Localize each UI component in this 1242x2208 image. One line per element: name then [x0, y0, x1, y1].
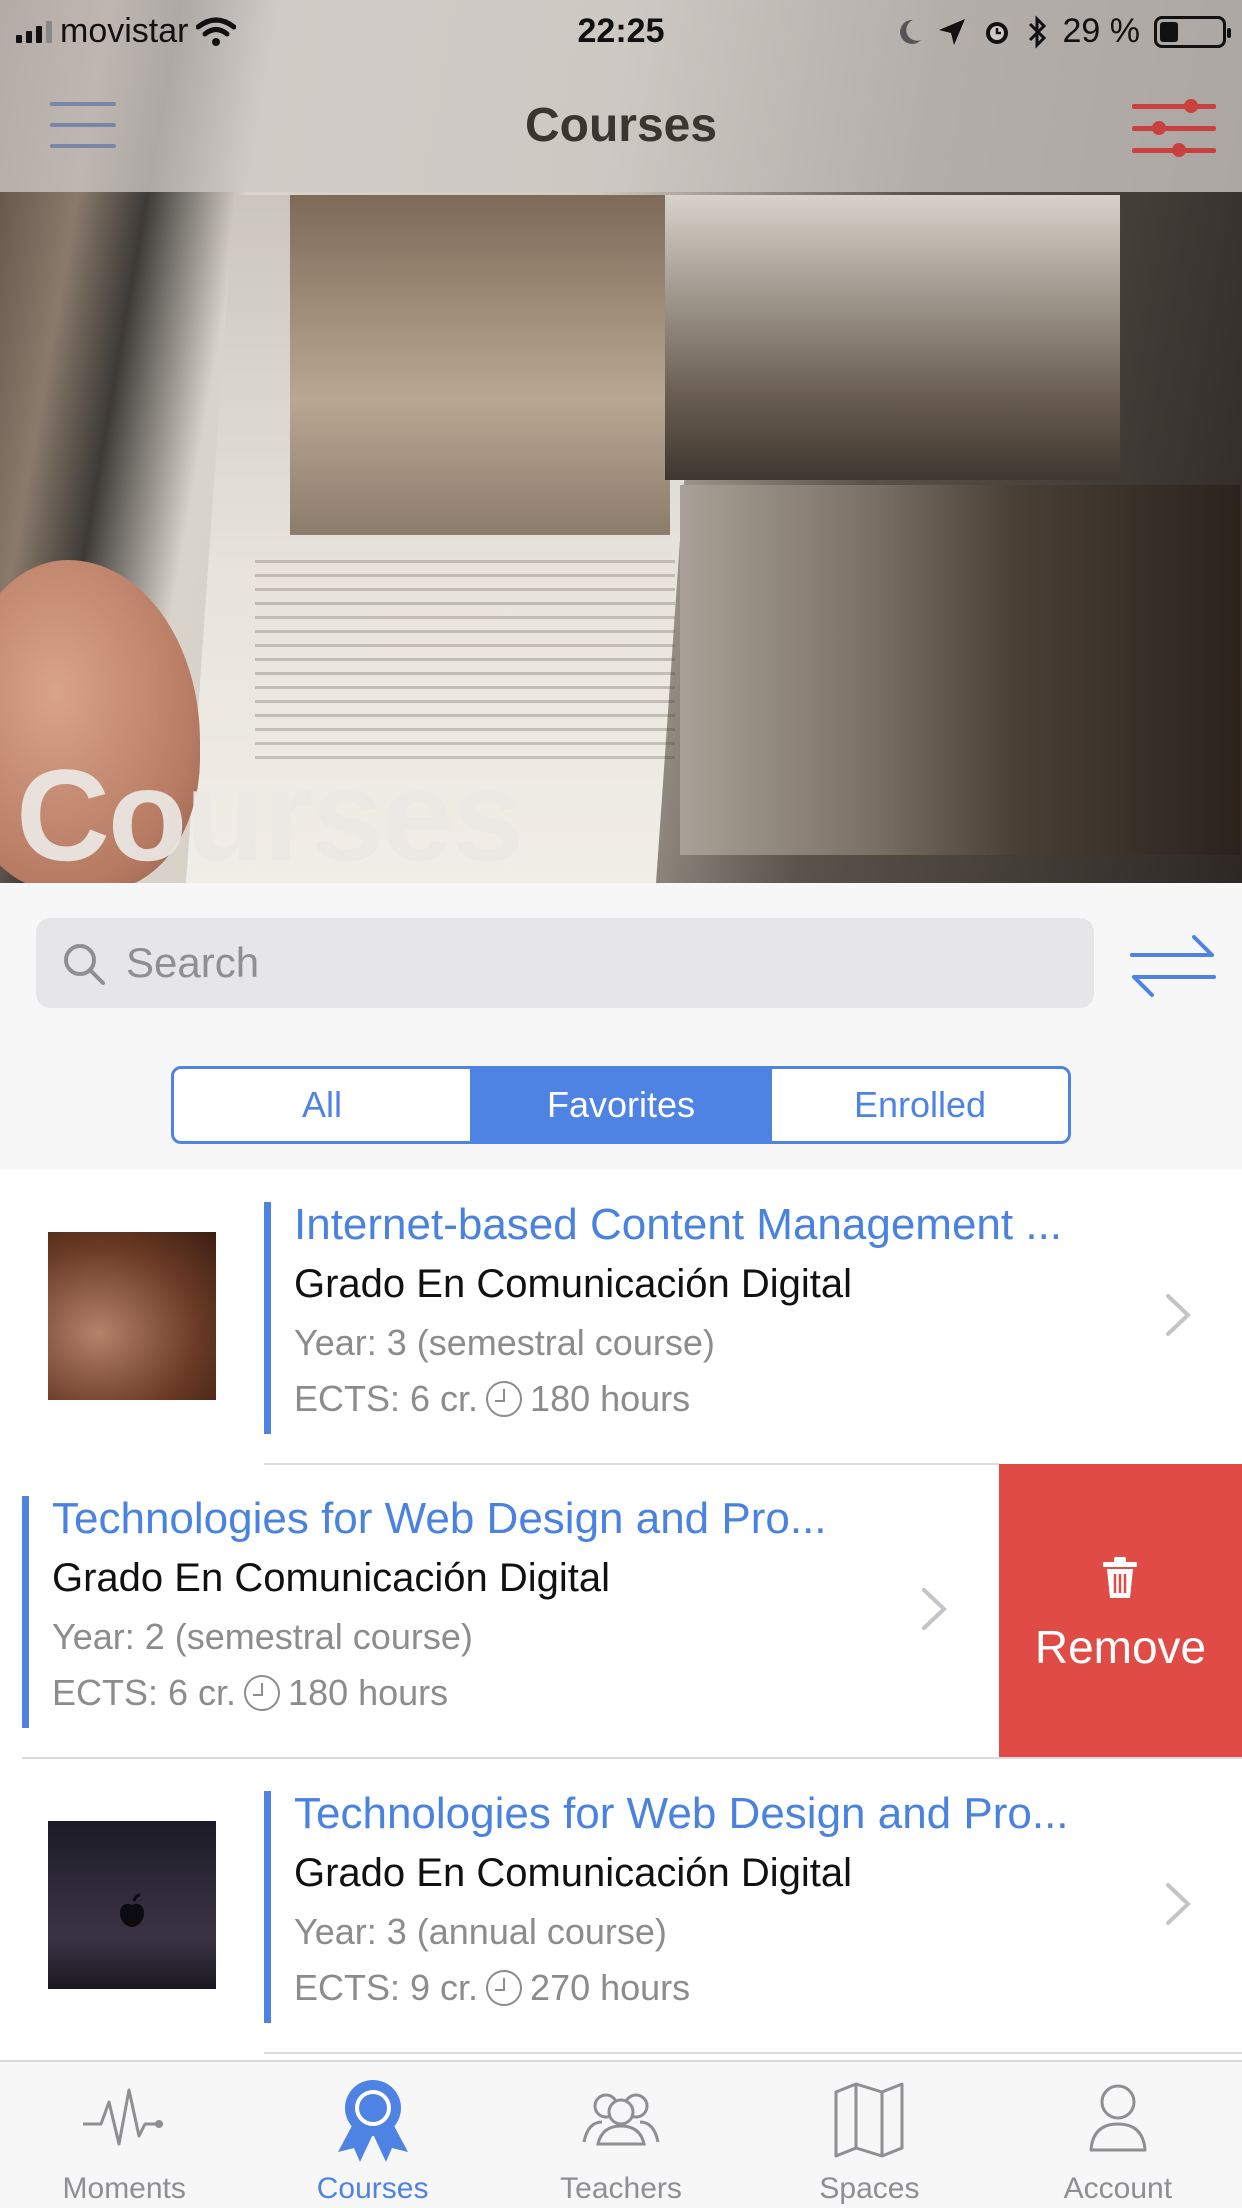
pulse-icon: [83, 2088, 164, 2146]
course-program: Grado En Comunicación Digital: [52, 1556, 611, 1600]
clock-icon: [244, 1675, 281, 1711]
filter-settings-button[interactable]: [1132, 96, 1216, 160]
search-input[interactable]: [126, 918, 1066, 1008]
course-thumbnail: [48, 1232, 216, 1400]
clock-icon: [486, 1970, 523, 2006]
person-icon: [1089, 2084, 1147, 2152]
course-hours: 270 hours: [530, 1967, 691, 2008]
tab-label: Moments: [62, 2172, 186, 2205]
course-thumbnail: [48, 1821, 216, 1989]
chevron-right-icon: [922, 1588, 947, 1630]
hero-article-text: [255, 560, 675, 760]
segment-all[interactable]: All: [174, 1069, 470, 1141]
tab-bar: Moments Courses Teachers Spaces Account: [0, 2060, 1242, 2208]
tab-courses[interactable]: Courses: [248, 2062, 496, 2208]
course-hours: 180 hours: [288, 1672, 449, 1713]
course-credits: ECTS: 6 cr. 180 hours: [52, 1672, 448, 1714]
navigation-bar: Courses: [0, 60, 1242, 192]
tab-moments[interactable]: Moments: [0, 2062, 248, 2208]
course-program: Grado En Comunicación Digital: [294, 1851, 853, 1895]
bluetooth-icon: [1028, 14, 1046, 49]
course-hours: 180 hours: [530, 1378, 691, 1419]
tab-label: Spaces: [819, 2172, 920, 2205]
course-ects: ECTS: 6 cr.: [294, 1378, 479, 1419]
remove-button[interactable]: Remove: [999, 1464, 1242, 1758]
alarm-icon: [985, 21, 1008, 44]
hero-photo-chairs: [290, 195, 670, 535]
course-title: Internet-based Content Management ...: [294, 1200, 1063, 1249]
nav-title: Courses: [524, 99, 718, 152]
tab-spaces[interactable]: Spaces: [745, 2062, 993, 2208]
course-title: Technologies for Web Design and Pro...: [294, 1789, 1069, 1838]
status-bar: movistar 22:25 29 %: [0, 0, 1242, 60]
tab-teachers[interactable]: Teachers: [497, 2062, 745, 2208]
course-list: Internet-based Content Management ... Gr…: [0, 1170, 1242, 2060]
chevron-right-icon: [1166, 1883, 1191, 1925]
battery-icon: [1154, 15, 1231, 48]
course-accent-bar: [264, 1791, 271, 2023]
people-group-icon: [582, 2093, 660, 2146]
course-year: Year: 2 (semestral course): [52, 1616, 473, 1657]
course-accent-bar: [22, 1496, 29, 1728]
course-accent-bar: [264, 1202, 271, 1434]
search-icon: [64, 944, 105, 985]
trash-icon: [1103, 1557, 1137, 1598]
tab-label: Teachers: [560, 2172, 682, 2205]
top-bar: movistar 22:25 29 % Courses: [0, 0, 1242, 192]
tab-account[interactable]: Account: [994, 2062, 1242, 2208]
course-credits: ECTS: 6 cr. 180 hours: [294, 1378, 690, 1420]
course-title: Technologies for Web Design and Pro...: [52, 1494, 827, 1543]
hero-photo-restaurant: [665, 195, 1120, 480]
tab-label: Account: [1063, 2172, 1173, 2205]
course-row[interactable]: Technologies for Web Design and Pro... G…: [0, 1759, 1242, 2053]
segment-enrolled[interactable]: Enrolled: [769, 1069, 1068, 1141]
battery-percent: 29 %: [1062, 12, 1141, 50]
course-row[interactable]: Internet-based Content Management ... Gr…: [0, 1170, 1242, 1464]
course-row[interactable]: Technologies for Web Design and Pro... G…: [0, 1464, 999, 1758]
moon-icon: [899, 19, 921, 44]
course-program: Grado En Comunicación Digital: [294, 1262, 853, 1306]
award-ribbon-icon: [337, 2080, 408, 2162]
search-bar[interactable]: [36, 918, 1094, 1008]
chevron-right-icon: [1166, 1294, 1191, 1336]
course-year: Year: 3 (semestral course): [294, 1322, 715, 1363]
search-area: All Favorites Enrolled: [0, 883, 1242, 1170]
location-arrow-icon: [938, 18, 965, 45]
tab-label: Courses: [316, 2172, 429, 2205]
apple-logo-icon: [120, 1893, 144, 1927]
map-icon: [834, 2082, 904, 2158]
course-year: Year: 3 (annual course): [294, 1911, 667, 1952]
swap-arrows-icon[interactable]: [1128, 929, 1218, 999]
status-right: 29 %: [897, 12, 1231, 51]
segmented-control: All Favorites Enrolled: [171, 1066, 1071, 1144]
row-divider: [264, 2052, 1242, 2054]
course-ects: ECTS: 6 cr.: [52, 1672, 237, 1713]
remove-label: Remove: [1034, 1621, 1207, 1673]
hero-photo-wall: [680, 485, 1240, 855]
clock-icon: [486, 1381, 523, 1417]
segment-favorites[interactable]: Favorites: [470, 1069, 769, 1141]
course-ects: ECTS: 9 cr.: [294, 1967, 479, 2008]
hero-title: Courses: [16, 742, 524, 883]
course-credits: ECTS: 9 cr. 270 hours: [294, 1967, 690, 2009]
